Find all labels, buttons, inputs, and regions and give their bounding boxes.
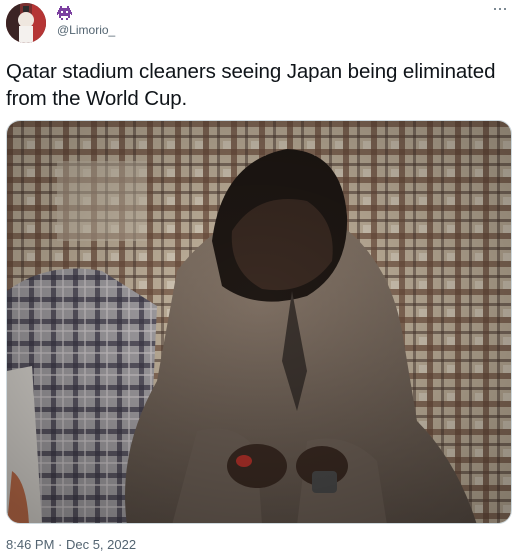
tweet-timestamp[interactable]: 8:46 PM · Dec 5, 2022: [6, 537, 136, 553]
tweet-photo[interactable]: [6, 120, 512, 524]
author-handle[interactable]: @Limorio_: [57, 23, 115, 37]
avatar-photo: [6, 3, 46, 43]
avatar[interactable]: [6, 3, 46, 43]
tweet-card: @Limorio_ Qatar stadium cleaners seeing …: [0, 0, 522, 556]
display-name[interactable]: [57, 4, 72, 22]
alien-monster-icon: [57, 6, 72, 20]
photo-image: [7, 121, 511, 523]
tweet-text: Qatar stadium cleaners seeing Japan bein…: [6, 60, 496, 110]
more-horizontal-icon[interactable]: [490, 2, 510, 16]
